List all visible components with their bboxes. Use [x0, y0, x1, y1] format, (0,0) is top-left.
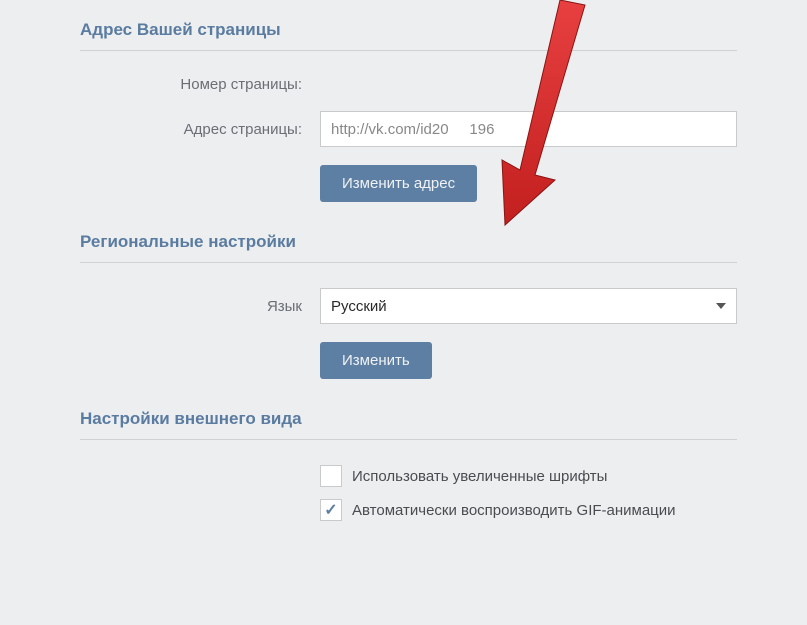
appearance-section-title: Настройки внешнего вида: [80, 409, 737, 440]
language-label: Язык: [80, 298, 320, 315]
page-url-input[interactable]: [320, 111, 737, 147]
page-url-label: Адрес страницы:: [80, 121, 320, 138]
language-row: Язык Русский: [80, 288, 737, 324]
chevron-down-icon: [716, 303, 726, 309]
gif-autoplay-checkbox[interactable]: [320, 499, 342, 521]
gif-autoplay-label: Автоматически воспроизводить GIF-анимаци…: [352, 502, 676, 519]
change-address-button[interactable]: Изменить адрес: [320, 165, 477, 202]
page-number-row: Номер страницы:: [80, 76, 737, 93]
regional-section: Региональные настройки Язык Русский Изме…: [80, 232, 737, 379]
language-select[interactable]: Русский: [320, 288, 737, 324]
change-language-button[interactable]: Изменить: [320, 342, 432, 379]
page-number-label: Номер страницы:: [80, 76, 320, 93]
regional-section-title: Региональные настройки: [80, 232, 737, 263]
address-section-title: Адрес Вашей страницы: [80, 20, 737, 51]
language-select-value: Русский: [331, 298, 716, 315]
page-url-row: Адрес страницы:: [80, 111, 737, 147]
gif-autoplay-row: Автоматически воспроизводить GIF-анимаци…: [320, 499, 737, 521]
large-fonts-label: Использовать увеличенные шрифты: [352, 468, 607, 485]
large-fonts-row: Использовать увеличенные шрифты: [320, 465, 737, 487]
address-section: Адрес Вашей страницы Номер страницы: Адр…: [80, 20, 737, 202]
appearance-section: Настройки внешнего вида Использовать уве…: [80, 409, 737, 521]
large-fonts-checkbox[interactable]: [320, 465, 342, 487]
